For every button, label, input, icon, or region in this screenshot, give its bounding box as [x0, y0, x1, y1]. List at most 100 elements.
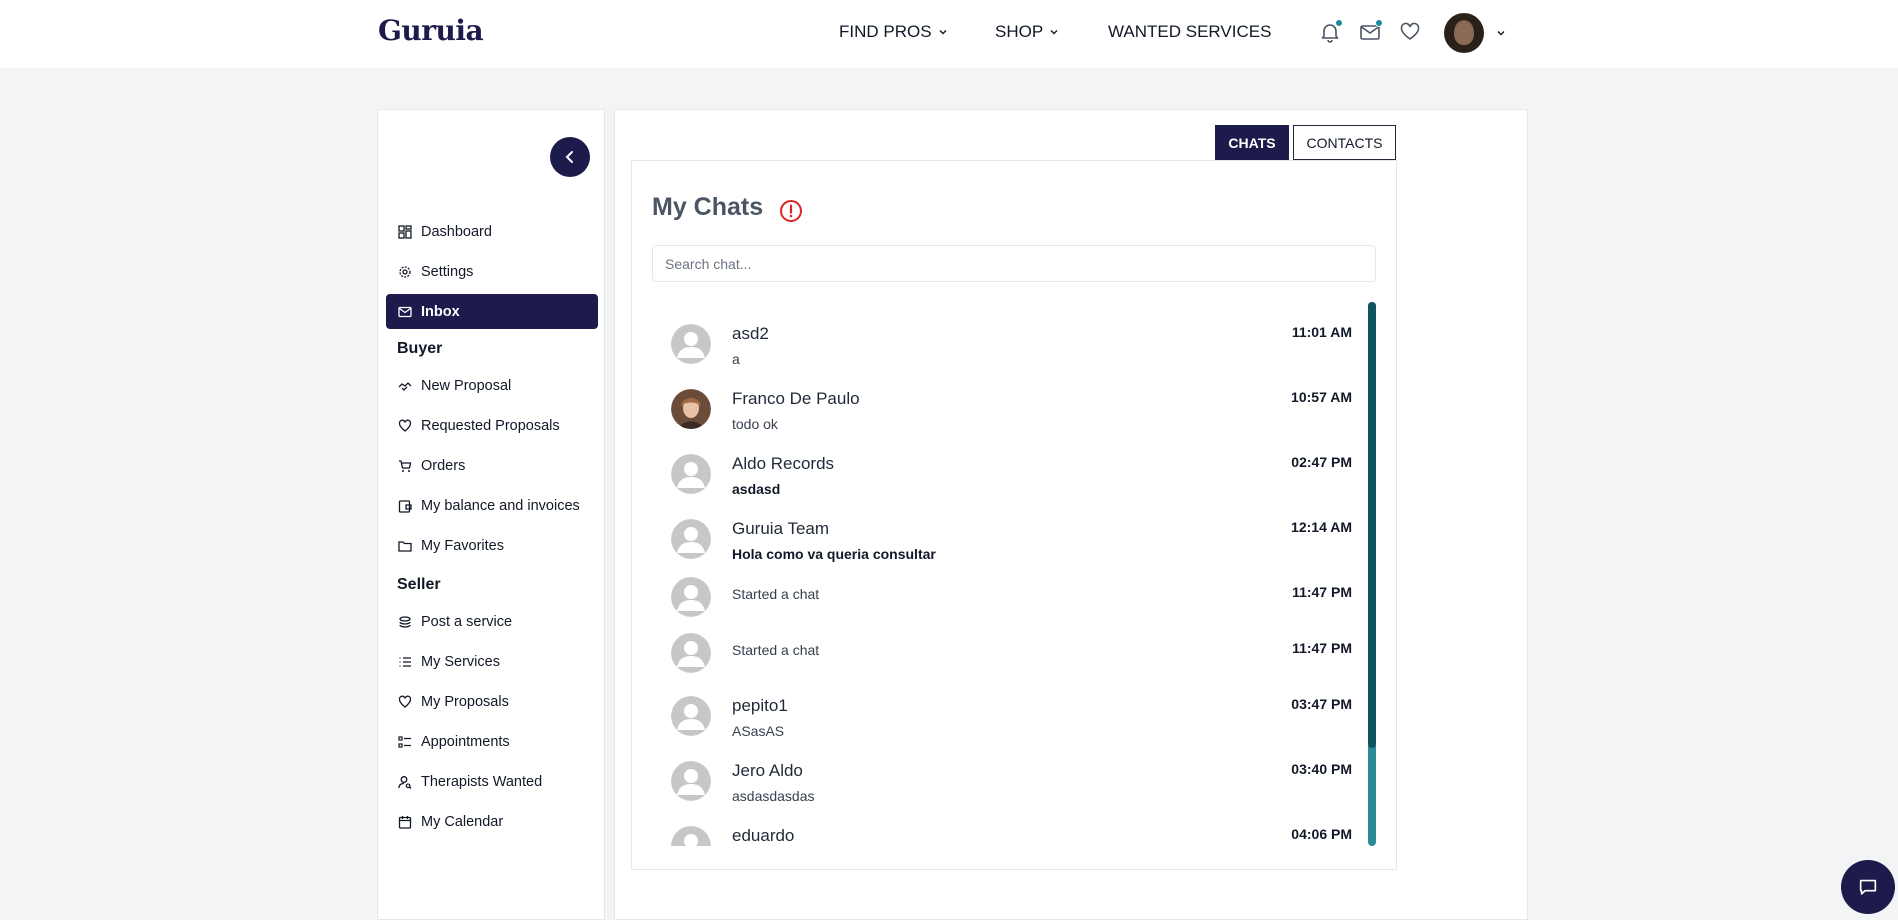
chat-last-message: asdasdasdas: [732, 788, 815, 804]
sidebar-item-calendar[interactable]: My Calendar: [386, 804, 598, 839]
chat-last-message: todo ok: [732, 416, 778, 432]
avatar: [671, 577, 711, 617]
sidebar-item-label: My balance and invoices: [421, 497, 580, 514]
chat-last-message: asdasd: [732, 481, 781, 497]
chat-row[interactable]: Franco De Paulo todo ok 10:57 AM: [652, 389, 1352, 443]
heart-hand-icon: [398, 419, 412, 432]
avatar: [671, 519, 711, 559]
chat-name: asd2: [732, 324, 769, 343]
avatar: [671, 696, 711, 736]
chat-last-message: Hola como va queria consultar: [732, 546, 936, 562]
chat-row[interactable]: Aldo Records asdasd 02:47 PM: [652, 454, 1352, 508]
chat-row[interactable]: eduardo 04:06 PM: [652, 826, 1352, 846]
sidebar-item-settings[interactable]: Settings: [386, 254, 598, 289]
chat-name: Jero Aldo: [732, 761, 803, 780]
tab-chats[interactable]: CHATS: [1215, 125, 1289, 160]
chat-row[interactable]: Jero Aldo asdasdasdas 03:40 PM: [652, 761, 1352, 815]
heart-hand-icon: [398, 695, 412, 708]
chat-list: asd2 a 11:01 AM Franco De Paulo todo ok 10:57…: [652, 302, 1376, 846]
sidebar-item-label: Dashboard: [421, 223, 492, 240]
sidebar-item-balance-invoices[interactable]: My balance and invoices: [386, 488, 598, 523]
logo[interactable]: Guruia: [378, 14, 484, 47]
sidebar-item-new-proposal[interactable]: New Proposal: [386, 368, 598, 403]
avatar: [671, 633, 711, 673]
avatar: [671, 826, 711, 846]
sidebar-item-label: My Services: [421, 653, 500, 670]
sidebar-item-label: Inbox: [421, 303, 460, 320]
chat-time: 11:47 PM: [1292, 584, 1352, 600]
sidebar-item-orders[interactable]: Orders: [386, 448, 598, 483]
avatar: [671, 389, 711, 429]
gear-icon: [399, 265, 411, 278]
main-panel: CHATS CONTACTS My Chats asd2 a 11:01 AM Fra…: [614, 109, 1528, 920]
sidebar-item-label: New Proposal: [421, 377, 512, 394]
nav-wanted-services[interactable]: WANTED SERVICES: [1108, 22, 1271, 42]
stack-icon: [399, 615, 411, 628]
chat-time: 02:47 PM: [1291, 454, 1352, 470]
sidebar-item-appointments[interactable]: Appointments: [386, 724, 598, 759]
chevron-down-icon: [1050, 30, 1058, 35]
chat-time: 10:57 AM: [1291, 389, 1352, 405]
chat-time: 04:06 PM: [1291, 826, 1352, 842]
nav-find-pros-label: FIND PROS: [839, 22, 932, 41]
chevron-left-icon: [565, 151, 573, 163]
folder-heart-icon: [398, 540, 412, 552]
nav-find-pros[interactable]: FIND PROS: [839, 22, 948, 42]
sidebar-item-dashboard[interactable]: Dashboard: [386, 214, 598, 249]
chat-name: pepito1: [732, 696, 788, 715]
grid-icon: [398, 224, 412, 239]
sidebar-item-label: Post a service: [421, 613, 513, 630]
sidebar-item-label: My Favorites: [421, 537, 504, 554]
chat-last-message: ASasAS: [732, 723, 785, 739]
sidebar-item-label: My Calendar: [421, 813, 504, 830]
alert-circle-icon[interactable]: [779, 199, 803, 223]
chat-name: eduardo: [732, 826, 795, 845]
sidebar-item-therapists-wanted[interactable]: Therapists Wanted: [386, 764, 598, 799]
collapse-sidebar-button[interactable]: [550, 137, 590, 177]
user-avatar[interactable]: [1444, 13, 1484, 53]
sidebar-section-buyer: Buyer: [397, 340, 443, 357]
sidebar: Dashboard Settings Inbox Buyer New Propo…: [377, 109, 605, 920]
chat-last-message: Started a chat: [732, 586, 820, 602]
chat-name: Franco De Paulo: [732, 389, 860, 408]
sidebar-item-label: Therapists Wanted: [421, 773, 543, 790]
chevron-down-icon: [939, 30, 947, 35]
sidebar-item-my-proposals[interactable]: My Proposals: [386, 684, 598, 719]
nav-shop[interactable]: SHOP: [995, 22, 1059, 42]
sidebar-item-inbox[interactable]: Inbox: [386, 294, 598, 329]
sidebar-item-post-service[interactable]: Post a service: [386, 604, 598, 639]
chat-last-message: a: [732, 351, 740, 367]
sidebar-item-requested-proposals[interactable]: Requested Proposals: [386, 408, 598, 443]
calendar-icon: [398, 815, 412, 829]
chat-row[interactable]: Guruia Team Hola como va queria consultar…: [652, 519, 1352, 573]
notification-dot: [1335, 19, 1343, 27]
tab-contacts[interactable]: CONTACTS: [1293, 125, 1396, 160]
cart-icon: [399, 459, 412, 472]
chat-name: Aldo Records: [732, 454, 835, 473]
sidebar-item-label: Appointments: [421, 733, 510, 750]
chat-row[interactable]: pepito1 ASasAS 03:47 PM: [652, 696, 1352, 750]
chat-bubble-button[interactable]: [1841, 860, 1895, 914]
heart-icon[interactable]: [1398, 20, 1422, 44]
sidebar-item-my-services[interactable]: My Services: [386, 644, 598, 679]
chevron-down-icon[interactable]: [1496, 28, 1506, 38]
scrollbar-thumb[interactable]: [1368, 302, 1376, 748]
chat-row[interactable]: Started a chat 11:47 PM: [652, 577, 1352, 630]
sidebar-item-label: My Proposals: [421, 693, 509, 710]
chat-row[interactable]: asd2 a 11:01 AM: [652, 324, 1352, 378]
sidebar-item-favorites[interactable]: My Favorites: [386, 528, 598, 563]
avatar: [671, 761, 711, 801]
wallet-icon: [398, 499, 412, 513]
chats-panel: My Chats asd2 a 11:01 AM Franco De Paulo tod…: [631, 160, 1397, 870]
top-navbar: Guruia FIND PROS SHOP WANTED SERVICES: [0, 0, 1898, 68]
sidebar-section-seller: Seller: [397, 576, 441, 593]
message-dot: [1375, 19, 1383, 27]
nav-shop-label: SHOP: [995, 22, 1044, 41]
sidebar-item-label: Requested Proposals: [421, 417, 560, 434]
chat-time: 03:47 PM: [1291, 696, 1352, 712]
checklist-icon: [398, 735, 411, 748]
search-chat-input[interactable]: [652, 245, 1376, 282]
nav-wanted-services-label: WANTED SERVICES: [1108, 22, 1272, 41]
user-search-icon: [398, 775, 412, 789]
chat-row[interactable]: Started a chat 11:47 PM: [652, 633, 1352, 686]
